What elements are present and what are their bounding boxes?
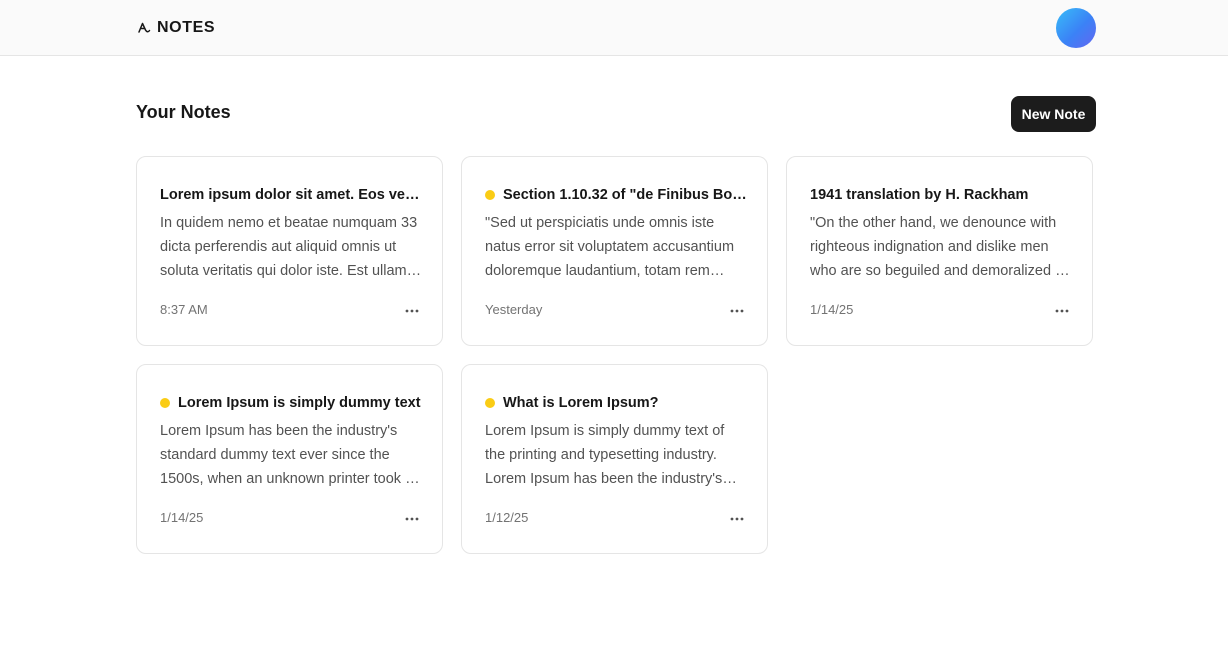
note-date: 1/14/25 <box>160 510 204 525</box>
note-date: 1/14/25 <box>810 302 854 317</box>
new-note-button[interactable]: New Note <box>1011 96 1096 132</box>
pinned-dot-icon <box>485 190 495 200</box>
note-card[interactable]: What is Lorem Ipsum? Lorem Ipsum is simp… <box>461 364 768 554</box>
note-preview: In quidem nemo et beatae numquam 33 dict… <box>160 215 418 279</box>
note-date: Yesterday <box>485 302 543 317</box>
note-card[interactable]: Section 1.10.32 of "de Finibus Bonorum e… <box>461 156 768 346</box>
note-title-row: What is Lorem Ipsum? <box>485 393 747 413</box>
more-options-button[interactable] <box>400 508 424 526</box>
ellipsis-icon <box>405 508 419 526</box>
note-title: Lorem ipsum dolor sit amet. Eos veniam a… <box>160 187 422 203</box>
ellipsis-icon <box>405 300 419 318</box>
brand[interactable]: NOTES <box>137 18 215 38</box>
page-title: Your Notes <box>136 102 231 122</box>
pinned-dot-icon <box>485 398 495 408</box>
note-date: 8:37 AM <box>160 302 208 317</box>
note-title: What is Lorem Ipsum? <box>503 395 659 411</box>
more-options-button[interactable] <box>400 300 424 318</box>
note-card[interactable]: Lorem ipsum dolor sit amet. Eos veniam a… <box>136 156 443 346</box>
more-options-button[interactable] <box>725 300 749 318</box>
pen-scribble-icon <box>137 21 151 35</box>
avatar[interactable] <box>1056 8 1096 48</box>
note-preview: "On the other hand, we denounce with rig… <box>810 215 1071 279</box>
note-title-row: Lorem Ipsum is simply dummy text <box>160 393 422 413</box>
note-date: 1/12/25 <box>485 510 529 525</box>
ellipsis-icon <box>1055 300 1069 318</box>
app-name: NOTES <box>157 19 216 36</box>
note-title: 1941 translation by H. Rackham <box>810 187 1029 203</box>
pinned-dot-icon <box>160 398 170 408</box>
note-card[interactable]: 1941 translation by H. Rackham "On the o… <box>786 156 1093 346</box>
note-title-row: Section 1.10.32 of "de Finibus Bonorum e… <box>485 185 747 205</box>
note-title-row: Lorem ipsum dolor sit amet. Eos veniam a… <box>160 185 422 205</box>
note-title-row: 1941 translation by H. Rackham <box>810 185 1072 205</box>
ellipsis-icon <box>730 300 744 318</box>
note-card[interactable]: Lorem Ipsum is simply dummy text Lorem I… <box>136 364 443 554</box>
more-options-button[interactable] <box>1050 300 1074 318</box>
note-title: Lorem Ipsum is simply dummy text <box>178 395 421 411</box>
top-bar: NOTES <box>0 0 1228 56</box>
ellipsis-icon <box>730 508 744 526</box>
note-title: Section 1.10.32 of "de Finibus Bonorum e… <box>503 187 747 203</box>
note-preview: Lorem Ipsum is simply dummy text of the … <box>485 423 725 487</box>
more-options-button[interactable] <box>725 508 749 526</box>
note-preview: "Sed ut perspiciatis unde omnis iste nat… <box>485 215 735 279</box>
note-preview: Lorem Ipsum has been the industry's stan… <box>160 423 414 487</box>
